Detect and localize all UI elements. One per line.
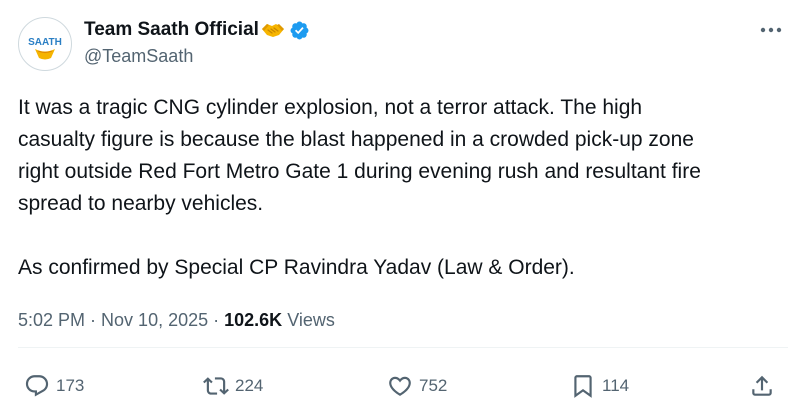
like-count: 752 bbox=[419, 376, 448, 395]
share-button[interactable] bbox=[749, 371, 775, 401]
bookmark-icon bbox=[574, 375, 592, 398]
tweet-line: spread to nearby vehicles. bbox=[18, 192, 264, 215]
author-name-row[interactable]: Team Saath Official bbox=[84, 17, 310, 43]
more-options-button[interactable] bbox=[757, 18, 785, 42]
views-label: Views bbox=[287, 310, 335, 330]
author-display-name[interactable]: Team Saath Official bbox=[84, 17, 259, 43]
tweet-blank-line bbox=[18, 220, 798, 252]
tweet-line: casualty figure is because the blast hap… bbox=[18, 128, 694, 151]
tweet-time[interactable]: 5:02 PM bbox=[18, 310, 85, 330]
repost-button[interactable]: 224 bbox=[203, 371, 263, 401]
avatar[interactable]: SAATH bbox=[18, 17, 72, 71]
tweet-line: It was a tragic CNG cylinder explosion, … bbox=[18, 96, 643, 119]
views-count: 102.6K bbox=[224, 310, 283, 330]
meta-separator: · bbox=[213, 310, 220, 330]
author-handle[interactable]: @TeamSaath bbox=[84, 44, 193, 68]
like-button[interactable]: 752 bbox=[387, 371, 447, 401]
bookmark-count: 114 bbox=[602, 376, 630, 395]
repost-icon bbox=[203, 377, 229, 395]
tweet-text: It was a tragic CNG cylinder explosion, … bbox=[18, 92, 798, 284]
verified-badge-icon[interactable] bbox=[289, 20, 310, 41]
avatar-logo-text: SAATH bbox=[28, 37, 62, 48]
heart-icon bbox=[389, 376, 411, 396]
repost-count: 224 bbox=[235, 376, 264, 395]
tweet-date[interactable]: Nov 10, 2025 bbox=[101, 310, 208, 330]
reply-icon bbox=[25, 375, 49, 397]
tweet-meta: 5:02 PM · Nov 10, 2025 · 102.6K Views bbox=[18, 307, 335, 333]
more-dots-icon bbox=[760, 27, 782, 33]
tweet-line: right outside Red Fort Metro Gate 1 duri… bbox=[18, 160, 701, 183]
share-icon bbox=[752, 375, 772, 396]
reply-button[interactable]: 173 bbox=[24, 371, 84, 401]
tweet-line: As confirmed by Special CP Ravindra Yada… bbox=[18, 256, 575, 279]
bookmark-button[interactable]: 114 bbox=[570, 371, 629, 401]
saath-logo: SAATH bbox=[20, 19, 70, 69]
handshake-emoji-icon bbox=[261, 20, 285, 40]
reply-count: 173 bbox=[56, 376, 85, 395]
divider bbox=[18, 347, 788, 348]
meta-separator: · bbox=[90, 310, 97, 330]
